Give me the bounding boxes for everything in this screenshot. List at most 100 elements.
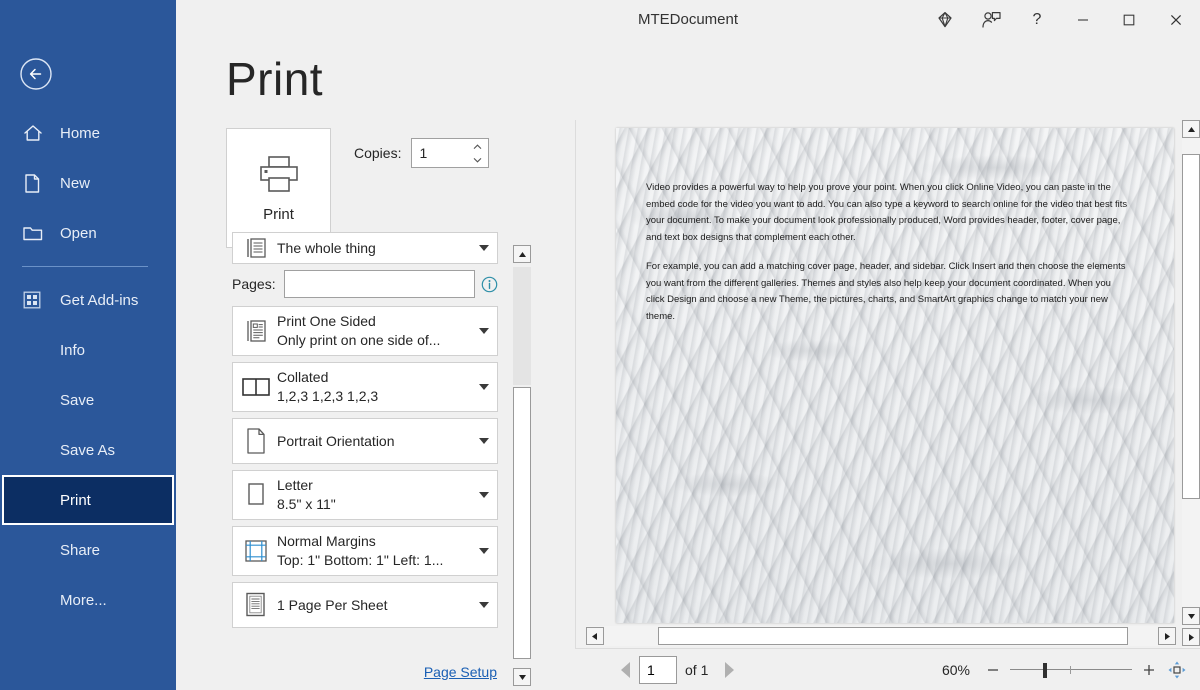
copies-input[interactable] xyxy=(412,139,466,167)
current-page-input[interactable] xyxy=(639,656,677,684)
setting-secondary-label: 1,2,3 1,2,3 1,2,3 xyxy=(277,387,378,406)
sidebar-item-home[interactable]: Home xyxy=(0,108,176,158)
zoom-controls: 60% xyxy=(942,659,1188,681)
preview-status-bar: of 1 60% xyxy=(575,648,1200,690)
zoom-to-page-icon xyxy=(1167,660,1187,680)
sidebar-item-open[interactable]: Open xyxy=(0,208,176,258)
setting-primary-label: Collated xyxy=(277,368,378,387)
zoom-to-page-button[interactable] xyxy=(1166,659,1188,681)
zoom-slider-thumb[interactable] xyxy=(1043,663,1047,678)
zoom-in-button[interactable] xyxy=(1140,661,1158,679)
setting-margins[interactable]: Normal Margins Top: 1" Bottom: 1" Left: … xyxy=(232,526,498,576)
chevron-down-icon[interactable] xyxy=(479,602,489,608)
print-button[interactable]: Print xyxy=(226,128,331,248)
pages-input[interactable] xyxy=(284,270,475,298)
setting-primary-label: 1 Page Per Sheet xyxy=(277,596,388,615)
help-button[interactable]: ? xyxy=(1014,0,1060,40)
settings-scroll-thumb[interactable] xyxy=(513,387,531,659)
settings-scrollbar[interactable] xyxy=(513,245,531,686)
settings-scroll-down-button[interactable] xyxy=(513,668,531,686)
subscription-diamond-button[interactable] xyxy=(922,0,968,40)
copies-stepper[interactable] xyxy=(411,138,489,168)
back-arrow-icon xyxy=(18,56,54,92)
copies-label: Copies: xyxy=(354,145,401,161)
maximize-icon xyxy=(1122,13,1136,27)
print-range-icon xyxy=(239,233,273,263)
setting-pages-per-sheet[interactable]: 1 Page Per Sheet xyxy=(232,582,498,628)
setting-print-range[interactable]: The whole thing xyxy=(232,232,498,264)
maximize-button[interactable] xyxy=(1106,0,1152,40)
minimize-button[interactable] xyxy=(1060,0,1106,40)
preview-vertical-scrollbar[interactable] xyxy=(1182,120,1200,665)
preview-scroll-right-corner-button[interactable] xyxy=(1182,628,1200,646)
sidebar-nav-list: Home New Open xyxy=(0,108,176,625)
setting-paper-size[interactable]: Letter 8.5" x 11" xyxy=(232,470,498,520)
sidebar-item-more[interactable]: More... xyxy=(0,575,176,625)
previous-page-button[interactable] xyxy=(613,661,639,679)
sidebar-item-label: Info xyxy=(60,342,85,359)
setting-primary-label: Portrait Orientation xyxy=(277,432,395,451)
one-sided-icon xyxy=(239,316,273,346)
preview-scroll-up-button[interactable] xyxy=(1182,120,1200,138)
chevron-down-icon[interactable] xyxy=(479,328,489,334)
chevron-down-icon[interactable] xyxy=(479,384,489,390)
triangle-right-icon xyxy=(1163,632,1171,641)
subscription-diamond-icon xyxy=(935,10,955,30)
zoom-slider[interactable] xyxy=(1010,661,1132,679)
sidebar-item-save-as[interactable]: Save As xyxy=(0,425,176,475)
word-print-backstage: Home New Open xyxy=(0,0,1200,690)
sidebar-item-save[interactable]: Save xyxy=(0,375,176,425)
next-page-button[interactable] xyxy=(716,661,742,679)
preview-scroll-thumb[interactable] xyxy=(1182,154,1200,499)
chevron-down-icon[interactable] xyxy=(479,548,489,554)
chevron-down-icon[interactable] xyxy=(479,492,489,498)
open-folder-icon xyxy=(22,222,48,244)
document-page-preview[interactable]: Video provides a powerful way to help yo… xyxy=(616,128,1174,623)
sidebar-item-get-add-ins[interactable]: Get Add-ins xyxy=(0,275,176,325)
preview-horizontal-scroll-thumb[interactable] xyxy=(658,627,1128,645)
sidebar-item-label: Get Add-ins xyxy=(60,292,138,309)
close-button[interactable] xyxy=(1152,0,1200,40)
print-settings-list: The whole thing Pages: xyxy=(232,240,498,634)
setting-secondary-label: Only print on one side of... xyxy=(277,331,440,350)
triangle-left-icon xyxy=(619,661,633,679)
zoom-slider-track xyxy=(1010,669,1132,670)
portrait-icon xyxy=(239,426,273,456)
account-comment-button[interactable] xyxy=(968,0,1014,40)
sidebar-item-label: Save As xyxy=(60,442,115,459)
printer-icon xyxy=(256,154,302,196)
settings-scroll-thumb-upper[interactable] xyxy=(513,267,531,385)
chevron-up-icon xyxy=(473,144,482,150)
sidebar-item-share[interactable]: Share xyxy=(0,525,176,575)
chevron-down-icon[interactable] xyxy=(479,438,489,444)
print-preview-pane: Video provides a powerful way to help yo… xyxy=(575,120,1200,690)
preview-scroll-right-button[interactable] xyxy=(1158,627,1176,645)
sidebar-item-new[interactable]: New xyxy=(0,158,176,208)
preview-scroll-left-button[interactable] xyxy=(586,627,604,645)
triangle-down-icon xyxy=(518,674,527,681)
pages-info-button[interactable] xyxy=(481,275,498,293)
window-controls: ? xyxy=(922,0,1200,40)
paper-size-icon xyxy=(239,480,273,510)
copies-increment-button[interactable] xyxy=(468,140,486,153)
chevron-down-icon[interactable] xyxy=(479,245,489,251)
collated-icon xyxy=(239,372,273,402)
setting-print-sides[interactable]: Print One Sided Only print on one side o… xyxy=(232,306,498,356)
preview-horizontal-scrollbar[interactable] xyxy=(586,626,1176,646)
copies-decrement-button[interactable] xyxy=(468,153,486,166)
settings-scroll-up-button[interactable] xyxy=(513,245,531,263)
minimize-icon xyxy=(1076,13,1090,27)
sidebar-item-info[interactable]: Info xyxy=(0,325,176,375)
setting-secondary-label: 8.5" x 11" xyxy=(277,495,336,514)
setting-orientation[interactable]: Portrait Orientation xyxy=(232,418,498,464)
zoom-out-button[interactable] xyxy=(984,661,1002,679)
chevron-down-icon xyxy=(473,157,482,163)
triangle-left-icon xyxy=(591,632,599,641)
preview-scroll-down-button[interactable] xyxy=(1182,607,1200,625)
back-arrow-button[interactable] xyxy=(18,56,54,92)
setting-collation[interactable]: Collated 1,2,3 1,2,3 1,2,3 xyxy=(232,362,498,412)
sidebar-item-label: Save xyxy=(60,392,94,409)
zoom-slider-tick xyxy=(1070,666,1071,674)
sidebar-item-print[interactable]: Print xyxy=(2,475,174,525)
page-setup-link[interactable]: Page Setup xyxy=(424,664,497,680)
